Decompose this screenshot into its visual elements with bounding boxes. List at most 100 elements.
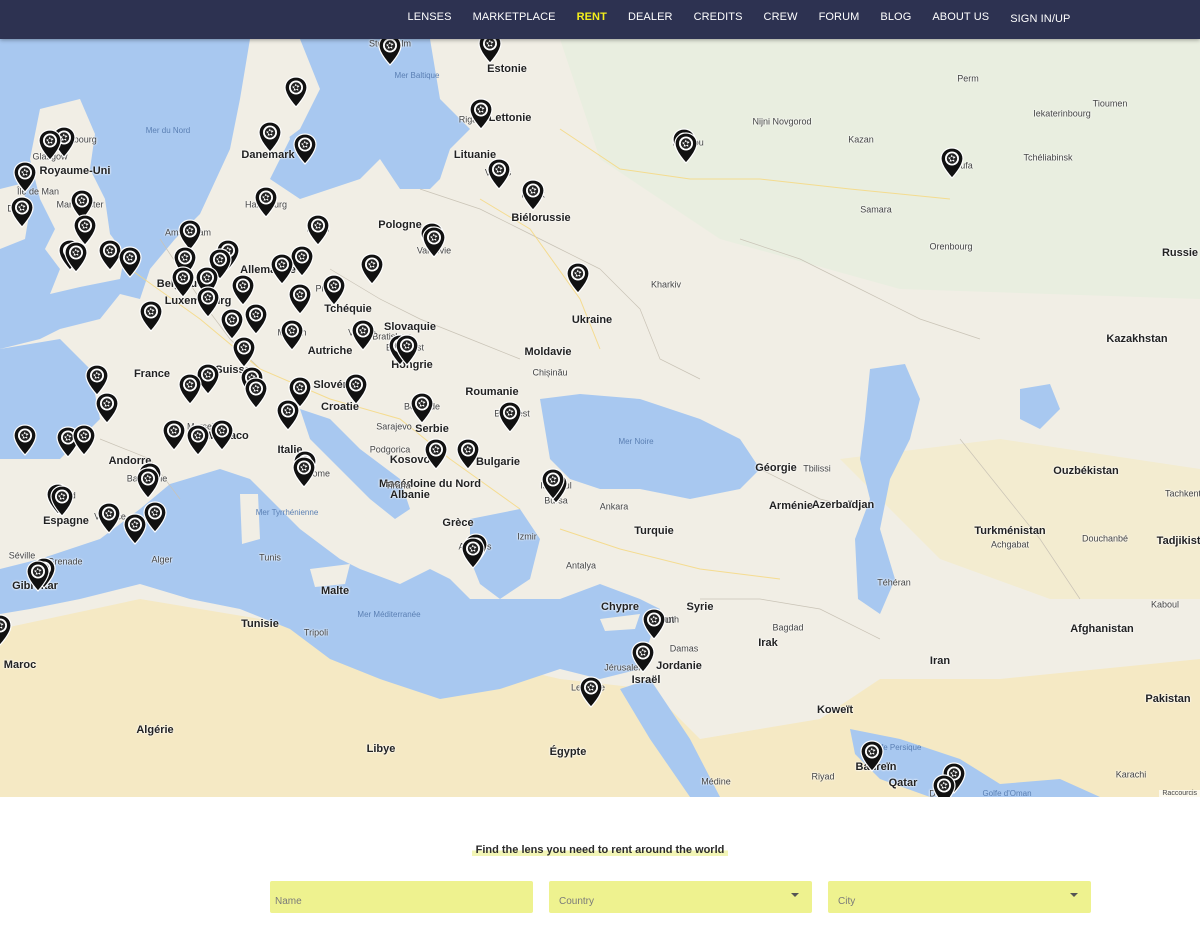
rental-location-pin[interactable]: [210, 419, 234, 451]
rental-location-pin[interactable]: [0, 614, 12, 646]
camera-aperture-marker-icon: [64, 241, 88, 273]
rental-location-pin[interactable]: [360, 253, 384, 285]
rental-location-pin[interactable]: [10, 196, 34, 228]
map-attribution[interactable]: Raccourcis: [1159, 790, 1200, 797]
rental-location-pin[interactable]: [322, 274, 346, 306]
country-select-value: Country: [559, 896, 595, 907]
map-country-label: Libye: [366, 743, 396, 756]
name-field[interactable]: [270, 881, 533, 913]
rental-location-pin[interactable]: [410, 392, 434, 424]
rental-location-pin[interactable]: [38, 129, 62, 161]
rental-location-pin[interactable]: [186, 424, 210, 456]
nav-blog[interactable]: BLOG: [870, 1, 922, 33]
rental-location-pin[interactable]: [424, 438, 448, 470]
rental-location-pin[interactable]: [498, 401, 522, 433]
camera-aperture-marker-icon: [422, 226, 446, 258]
camera-aperture-marker-icon: [461, 537, 485, 569]
rental-location-pin[interactable]: [521, 179, 545, 211]
rental-location-pin[interactable]: [579, 676, 603, 708]
map-country-label: Qatar: [888, 777, 918, 790]
rental-location-pin[interactable]: [280, 319, 304, 351]
map-city-label: Karachi: [1115, 769, 1147, 780]
name-input[interactable]: [270, 881, 533, 913]
camera-aperture-marker-icon: [72, 424, 96, 456]
rental-location-pin[interactable]: [178, 373, 202, 405]
rental-location-pin[interactable]: [123, 513, 147, 545]
rental-location-pin[interactable]: [456, 438, 480, 470]
rental-location-pin[interactable]: [395, 334, 419, 366]
rental-location-pin[interactable]: [932, 774, 956, 797]
chevron-down-icon: [791, 893, 799, 897]
rental-locations-map[interactable]: Estonie Lettonie Lituanie Biélorussie Pologn…: [0, 39, 1200, 797]
search-section: Find the lens you need to rent around th…: [0, 797, 1200, 946]
map-country-label: Pakistan: [1145, 693, 1191, 706]
rental-location-pin[interactable]: [244, 377, 268, 409]
camera-aperture-marker-icon: [244, 303, 268, 335]
rental-location-pin[interactable]: [171, 266, 195, 298]
rental-location-pin[interactable]: [674, 132, 698, 164]
nav-marketplace[interactable]: MARKETPLACE: [462, 1, 566, 33]
camera-aperture-marker-icon: [231, 274, 255, 306]
rental-location-pin[interactable]: [95, 392, 119, 424]
rental-location-pin[interactable]: [64, 241, 88, 273]
camera-aperture-marker-icon: [631, 641, 655, 673]
rental-location-pin[interactable]: [422, 226, 446, 258]
map-country-label: Algérie: [136, 724, 174, 737]
nav-about-us[interactable]: ABOUT US: [922, 1, 1000, 33]
rental-location-pin[interactable]: [469, 98, 493, 130]
rental-location-pin[interactable]: [541, 468, 565, 500]
camera-aperture-marker-icon: [26, 560, 50, 592]
rental-location-pin[interactable]: [351, 319, 375, 351]
rental-location-pin[interactable]: [631, 641, 655, 673]
nav-lenses[interactable]: LENSES: [397, 1, 462, 33]
rental-location-pin[interactable]: [478, 39, 502, 64]
map-city-label: Tachkent: [1164, 488, 1200, 499]
rental-location-pin[interactable]: [13, 161, 37, 193]
rental-location-pin[interactable]: [244, 303, 268, 335]
camera-aperture-marker-icon: [344, 373, 368, 405]
rental-location-pin[interactable]: [487, 158, 511, 190]
rental-location-pin[interactable]: [270, 253, 294, 285]
rental-location-pin[interactable]: [276, 399, 300, 431]
rental-location-pin[interactable]: [196, 286, 220, 318]
map-sea-label: Mer Baltique: [394, 70, 440, 80]
rental-location-pin[interactable]: [293, 133, 317, 165]
rental-location-pin[interactable]: [72, 424, 96, 456]
country-select[interactable]: Country: [549, 881, 812, 913]
rental-location-pin[interactable]: [284, 76, 308, 108]
rental-location-pin[interactable]: [118, 246, 142, 278]
city-select[interactable]: City: [828, 881, 1091, 913]
sign-in-up-link[interactable]: SIGN IN/UP: [1000, 0, 1081, 35]
rental-location-pin[interactable]: [642, 608, 666, 640]
camera-aperture-marker-icon: [932, 774, 956, 797]
rental-location-pin[interactable]: [97, 502, 121, 534]
rental-location-pin[interactable]: [288, 283, 312, 315]
rental-location-pin[interactable]: [378, 39, 402, 66]
rental-location-pin[interactable]: [232, 336, 256, 368]
rental-location-pin[interactable]: [162, 419, 186, 451]
nav-forum[interactable]: FORUM: [808, 1, 870, 33]
rental-location-pin[interactable]: [940, 147, 964, 179]
rental-location-pin[interactable]: [306, 214, 330, 246]
camera-aperture-marker-icon: [13, 161, 37, 193]
rental-location-pin[interactable]: [26, 560, 50, 592]
rental-location-pin[interactable]: [860, 740, 884, 772]
rental-location-pin[interactable]: [13, 424, 37, 456]
rental-location-pin[interactable]: [461, 537, 485, 569]
rental-location-pin[interactable]: [136, 467, 160, 499]
rental-location-pin[interactable]: [231, 274, 255, 306]
camera-aperture-marker-icon: [97, 502, 121, 534]
nav-dealer[interactable]: DEALER: [617, 1, 683, 33]
camera-aperture-marker-icon: [292, 456, 316, 488]
rental-location-pin[interactable]: [139, 300, 163, 332]
nav-crew[interactable]: CREW: [753, 1, 808, 33]
rental-location-pin[interactable]: [50, 485, 74, 517]
rental-location-pin[interactable]: [254, 186, 278, 218]
map-country-label: Russie: [1161, 247, 1199, 260]
rental-location-pin[interactable]: [292, 456, 316, 488]
nav-rent[interactable]: RENT: [566, 1, 617, 33]
nav-credits[interactable]: CREDITS: [683, 1, 753, 33]
rental-location-pin[interactable]: [258, 121, 282, 153]
rental-location-pin[interactable]: [344, 373, 368, 405]
rental-location-pin[interactable]: [566, 262, 590, 294]
